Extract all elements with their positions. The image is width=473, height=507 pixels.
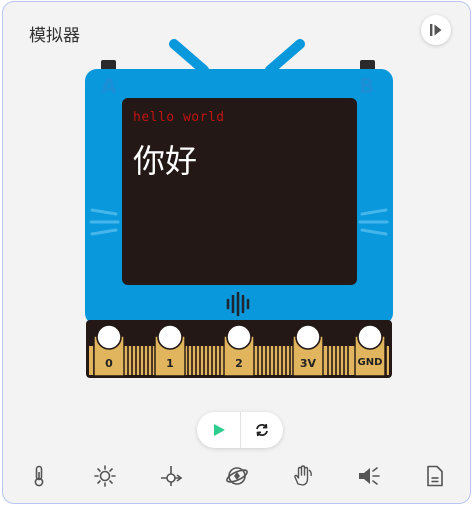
- sound-tool[interactable]: [352, 460, 386, 492]
- refresh-icon: [256, 423, 268, 437]
- screen-line-2: 你好: [133, 142, 198, 180]
- compass-tool[interactable]: [220, 460, 254, 492]
- left-antenna: [169, 39, 209, 75]
- gesture-icon: [294, 465, 312, 486]
- light-tool[interactable]: [88, 460, 122, 492]
- pin-label-2[interactable]: 2: [224, 357, 254, 370]
- file-tool[interactable]: [418, 460, 452, 492]
- sensor-toolbar: [22, 460, 452, 492]
- pin-label-0[interactable]: 0: [94, 357, 124, 370]
- gesture-tool[interactable]: [286, 460, 320, 492]
- device-illustration: [85, 39, 393, 378]
- file-icon: [427, 465, 443, 487]
- pin-label-1[interactable]: 1: [155, 357, 185, 370]
- run-controls: [197, 412, 283, 448]
- pin-label-3v[interactable]: 3V: [293, 357, 323, 370]
- play-icon: [213, 424, 225, 436]
- pin-label-gnd[interactable]: GND: [355, 357, 385, 368]
- restart-button[interactable]: [240, 412, 283, 448]
- temperature-tool[interactable]: [22, 460, 56, 492]
- screen-line-1: hello world: [133, 110, 225, 125]
- button-a-label[interactable]: A: [101, 74, 116, 98]
- accelerometer-icon: [161, 466, 183, 486]
- button-b-label[interactable]: B: [359, 74, 374, 98]
- run-button[interactable]: [197, 412, 240, 448]
- compass-icon: [226, 467, 248, 485]
- right-antenna: [265, 39, 305, 75]
- device-screen: [122, 98, 357, 285]
- accelerometer-tool[interactable]: [154, 460, 188, 492]
- light-sensor-icon: [94, 465, 116, 487]
- thermometer-icon: [34, 465, 44, 487]
- sound-icon: [359, 467, 380, 485]
